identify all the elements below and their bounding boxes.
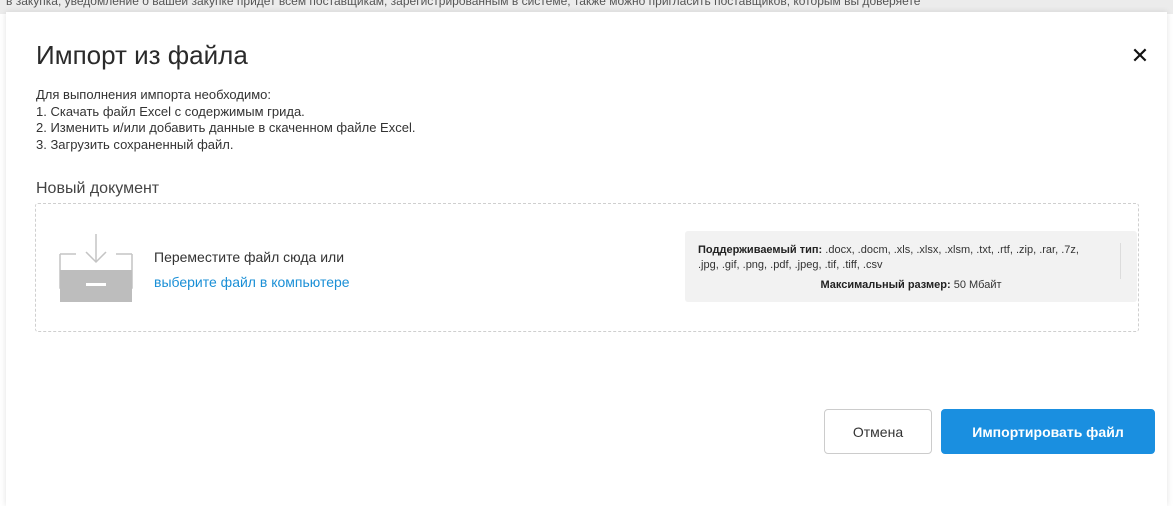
choose-file-link[interactable]: выберите файл в компьютере	[154, 274, 350, 290]
supported-types: Поддерживаемый тип: .docx, .docm, .xls, …	[698, 243, 1098, 273]
file-dropzone[interactable]: Переместите файл сюда или выберите файл …	[35, 203, 1139, 332]
dialog-title: Импорт из файла	[36, 40, 248, 70]
instruction-step-3: 3. Загрузить сохраненный файл.	[36, 136, 234, 152]
close-icon[interactable]: ✕	[1128, 44, 1152, 68]
instruction-step-1: 1. Скачать файл Excel с содержимым грида…	[36, 103, 305, 119]
upload-tray-icon	[59, 234, 133, 302]
section-label: Новый документ	[36, 180, 160, 197]
file-requirements-box: Поддерживаемый тип: .docx, .docm, .xls, …	[685, 231, 1137, 302]
instruction-step-2: 2. Изменить и/или добавить данные в скач…	[36, 120, 416, 135]
instructions-intro: Для выполнения импорта необходимо:	[36, 87, 272, 102]
background-truncated-text: в закупка, уведомление о вашей закупке п…	[6, 0, 921, 8]
import-dialog: Импорт из файла ✕ Для выполнения импорта…	[6, 12, 1167, 506]
cancel-button[interactable]: Отмена	[824, 409, 932, 454]
dropzone-text: Переместите файл сюда или	[154, 249, 345, 265]
info-divider	[1120, 243, 1121, 279]
max-size-value: 50 Мбайт	[950, 279, 1002, 291]
max-size-label: Максимальный размер:	[820, 279, 951, 291]
import-file-button[interactable]: Импортировать файл	[941, 409, 1155, 454]
supported-types-label: Поддерживаемый тип:	[698, 244, 823, 256]
max-size: Максимальный размер: 50 Мбайт	[685, 279, 1137, 291]
instructions-list: Для выполнения импорта необходимо: 1. Ск…	[36, 87, 415, 153]
